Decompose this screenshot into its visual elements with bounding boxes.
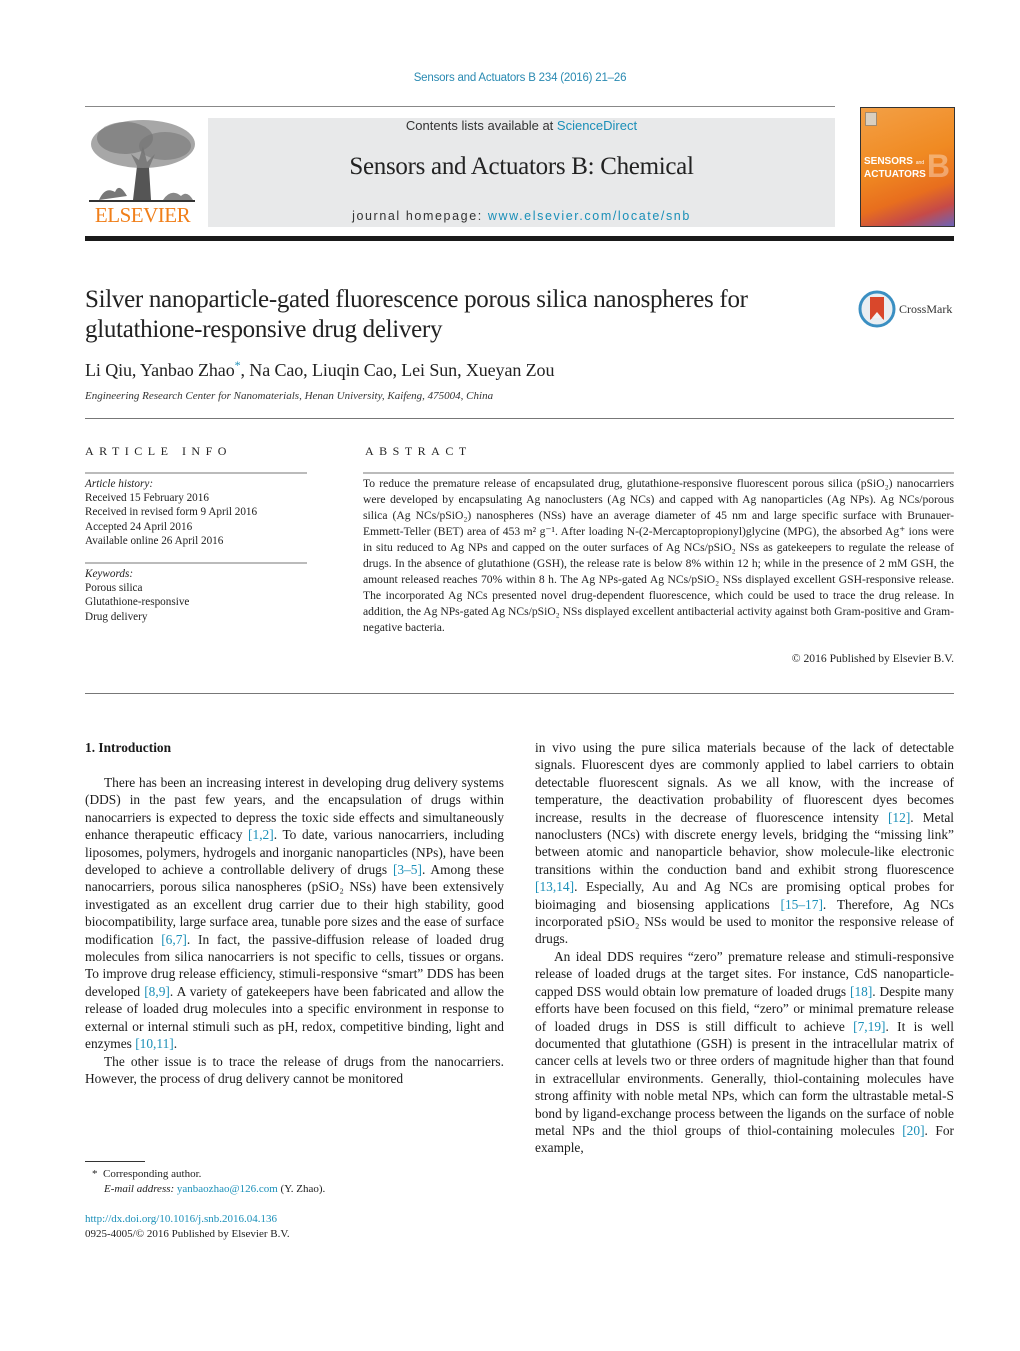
reference-link[interactable]: [7,19]	[853, 1019, 885, 1034]
reference-link[interactable]: [20]	[902, 1123, 924, 1138]
keyword: Porous silica	[85, 582, 143, 595]
cover-line2: ACTUATORS	[864, 169, 926, 180]
homepage-prefix: journal homepage:	[352, 209, 488, 223]
journal-homepage-link[interactable]: www.elsevier.com/locate/snb	[488, 209, 691, 223]
reference-link[interactable]: [10,11]	[135, 1036, 174, 1051]
abstract-text: To reduce the premature release of encap…	[363, 477, 954, 634]
body-paragraph: The other issue is to trace the release …	[85, 1053, 504, 1088]
reference-link[interactable]: [1,2]	[248, 827, 274, 842]
article-info-heading: ARTICLE INFO	[85, 444, 232, 458]
history-item: Received in revised form 9 April 2016	[85, 506, 258, 519]
reference-link[interactable]: [13,14]	[535, 879, 574, 894]
cover-letter: B	[926, 148, 950, 184]
body-paragraph: in vivo using the pure silica materials …	[535, 739, 954, 948]
cover-line1: SENSORS	[864, 156, 913, 167]
article-title: Silver nanoparticle-gated fluorescence p…	[85, 286, 748, 343]
email-label: E-mail address:	[104, 1182, 175, 1195]
body-paragraph: There has been an increasing interest in…	[85, 774, 504, 1053]
crossmark-label: CrossMark	[899, 301, 953, 316]
issn-copyright: 0925-4005/© 2016 Published by Elsevier B…	[85, 1228, 290, 1240]
history-item: Received 15 February 2016	[85, 492, 209, 505]
doi-block: http://dx.doi.org/10.1016/j.snb.2016.04.…	[85, 1212, 290, 1242]
journal-title: Sensors and Actuators B: Chemical	[349, 153, 694, 180]
footnote: * Corresponding author. E-mail address: …	[92, 1167, 325, 1196]
history-item: Available online 26 April 2016	[85, 534, 224, 547]
body-paragraph: An ideal DDS requires “zero” premature r…	[535, 948, 954, 1157]
contents-line: Contents lists available at ScienceDirec…	[208, 118, 835, 133]
elsevier-logo[interactable]: ELSEVIER	[85, 116, 200, 228]
header-divider	[85, 106, 835, 107]
email-line: E-mail address: yanbaozhao@126.com (Y. Z…	[92, 1182, 325, 1197]
abstract-heading: ABSTRACT	[365, 444, 472, 458]
abstract-bottom-divider	[85, 693, 954, 694]
contents-prefix: Contents lists available at	[405, 118, 557, 133]
keyword: Drug delivery	[85, 610, 148, 623]
footnote-divider	[85, 1161, 145, 1162]
article-history: Article history: Received 15 February 20…	[85, 477, 257, 548]
elsevier-wordmark: ELSEVIER	[94, 203, 191, 227]
author-list: Li Qiu, Yanbao Zhao*, Na Cao, Liuqin Cao…	[85, 358, 554, 381]
crossmark-button[interactable]: CrossMark	[858, 290, 952, 328]
reference-link[interactable]: [8,9]	[144, 984, 170, 999]
abstract-divider	[363, 472, 954, 474]
reference-link[interactable]: [12]	[888, 810, 910, 825]
corresponding-label: Corresponding author.	[103, 1168, 202, 1180]
elsevier-tree-icon	[89, 120, 195, 202]
authors-after: , Na Cao, Liuqin Cao, Lei Sun, Xueyan Zo…	[240, 360, 555, 380]
article-info-divider	[85, 472, 307, 474]
author-email-link[interactable]: yanbaozhao@126.com	[177, 1183, 278, 1195]
reference-link[interactable]: [15–17]	[781, 897, 823, 912]
header-thick-divider	[85, 236, 954, 241]
reference-link[interactable]: [3–5]	[393, 862, 422, 877]
history-item: Accepted 24 April 2016	[85, 520, 193, 533]
journal-citation[interactable]: Sensors and Actuators B 234 (2016) 21–26	[0, 72, 1020, 84]
body-text: . It is well documented that glutathione…	[535, 1018, 954, 1138]
sciencedirect-link[interactable]: ScienceDirect	[557, 118, 637, 133]
email-suffix: (Y. Zhao).	[277, 1182, 326, 1195]
cover-and: and	[915, 160, 925, 166]
abstract-copyright: © 2016 Published by Elsevier B.V.	[791, 652, 954, 665]
body-column-right: in vivo using the pure silica materials …	[535, 739, 954, 1157]
title-divider	[85, 418, 954, 419]
body-text: The other issue is to trace the release …	[85, 1053, 504, 1086]
keywords: Keywords: Porous silica Glutathione-resp…	[85, 567, 189, 624]
body-text: .	[173, 1036, 178, 1052]
keyword: Glutathione-responsive	[85, 596, 190, 609]
cover-title: SENSORS and ACTUATORS	[864, 156, 926, 180]
history-label: Article history:	[85, 478, 154, 490]
cover-publisher-badge-icon	[865, 112, 877, 126]
crossmark-icon	[858, 290, 896, 328]
affiliation: Engineering Research Center for Nanomate…	[85, 390, 494, 402]
doi-link[interactable]: http://dx.doi.org/10.1016/j.snb.2016.04.…	[85, 1213, 277, 1225]
section-heading-introduction: 1. Introduction	[85, 740, 172, 755]
journal-homepage-line: journal homepage: www.elsevier.com/locat…	[208, 209, 835, 223]
body-column-left: There has been an increasing interest in…	[85, 774, 504, 1087]
reference-link[interactable]: [18]	[850, 984, 872, 999]
authors-before: Li Qiu, Yanbao Zhao	[85, 360, 235, 380]
keywords-divider	[85, 562, 307, 564]
journal-cover-thumbnail[interactable]: B SENSORS and ACTUATORS	[860, 107, 955, 227]
corresponding-author-note: * Corresponding author.	[92, 1167, 325, 1182]
footnote-mark: *	[92, 1168, 98, 1180]
reference-link[interactable]: [6,7]	[161, 932, 187, 947]
keywords-label: Keywords:	[85, 568, 134, 580]
